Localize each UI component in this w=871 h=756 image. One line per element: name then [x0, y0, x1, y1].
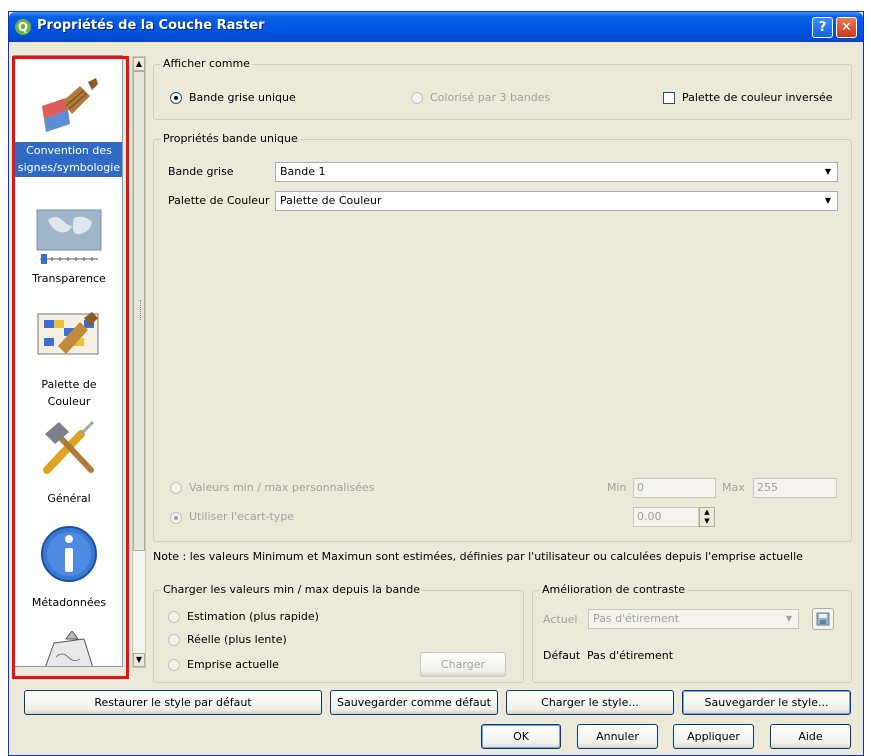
group-title: Amélioration de contraste [540, 583, 688, 596]
sidebar-item-label: Transparence [32, 272, 106, 285]
estimation-radio[interactable] [168, 611, 180, 623]
actuel-select-value: Pas d'étirement [593, 612, 680, 625]
title-bar[interactable]: Q Propriétés de la Couche Raster ? ✕ [9, 12, 863, 42]
sidebar-item-transparence[interactable]: Transparence [14, 206, 122, 288]
aide-button[interactable]: Aide [770, 724, 851, 749]
sidebar-item-label: Convention des [14, 142, 122, 160]
valeurs-perso-label: Valeurs min / max personnalisées [189, 481, 375, 494]
floppy-disk-icon [816, 612, 830, 626]
sidebar-item-palette[interactable]: Palette de Couleur [14, 308, 122, 411]
palette-inversee-label: Palette de couleur inversée [682, 91, 833, 104]
sidebar-list[interactable]: Convention des signes/symbologie Transpa… [13, 55, 123, 667]
help-title-button[interactable]: ? [812, 17, 833, 38]
valeurs-perso-radio[interactable] [170, 482, 182, 494]
scroll-down-arrow[interactable]: ▼ [133, 653, 145, 667]
paintbrush-icon [42, 78, 98, 132]
max-label: Max [722, 481, 745, 494]
emprise-label: Emprise actuelle [187, 658, 279, 671]
grid-brush-icon [37, 312, 99, 355]
ecart-type-radio[interactable] [170, 512, 182, 524]
sidebar-item-label: Général [47, 492, 91, 505]
chevron-down-icon: ▼ [824, 167, 832, 176]
sidebar-item-general[interactable]: Général [14, 418, 122, 508]
contraste-group: Amélioration de contraste [532, 583, 852, 683]
palette-inversee-checkbox[interactable] [663, 92, 675, 104]
charger-button[interactable]: Charger [420, 652, 506, 677]
ecart-type-label: Utiliser l'ecart-type [189, 510, 295, 523]
chevron-down-icon: ▼ [824, 196, 832, 205]
bande-grise-label: Bande grise unique [189, 91, 296, 104]
max-input[interactable]: 255 [753, 478, 837, 498]
chevron-down-icon: ▼ [785, 614, 793, 623]
spin-up-icon[interactable]: ▲ [700, 508, 714, 517]
appliquer-button[interactable]: Appliquer [673, 724, 754, 749]
reelle-label: Réelle (plus lente) [187, 633, 287, 646]
charger-style-button[interactable]: Charger le style... [506, 690, 674, 715]
map-partial-icon [45, 631, 93, 666]
scroll-up-arrow[interactable]: ▲ [133, 57, 145, 71]
defaut-label: Défaut [543, 649, 581, 662]
palette-select-value: Palette de Couleur [280, 194, 382, 207]
save-contrast-button[interactable] [812, 608, 834, 630]
hammer-screwdriver-icon [43, 420, 95, 474]
sidebar-item-label: Palette de [41, 378, 97, 391]
actuel-label: Actuel [543, 613, 578, 626]
bande-grise-select[interactable]: Bande 1 ▼ [275, 162, 838, 182]
ok-button[interactable]: OK [481, 724, 561, 749]
bande-grise-select-value: Bande 1 [280, 165, 326, 178]
sidebar-scrollbar[interactable]: ▲ ▼ [132, 56, 146, 668]
splitter-handle[interactable] [140, 300, 143, 320]
bande-grise-radio[interactable] [170, 92, 182, 104]
spin-down-icon[interactable]: ▼ [700, 517, 714, 526]
colorise-radio[interactable] [411, 92, 423, 104]
info-icon [41, 526, 97, 582]
sidebar-item-symbologie[interactable]: Convention des signes/symbologie [14, 76, 122, 177]
annuler-button[interactable]: Annuler [577, 724, 658, 749]
group-title: Charger les valeurs min / max depuis la … [161, 583, 422, 596]
sidebar-item-label: Couleur [47, 395, 91, 408]
scroll-thumb[interactable] [133, 71, 145, 551]
close-title-button[interactable]: ✕ [836, 17, 857, 38]
palette-field-label: Palette de Couleur [168, 194, 270, 207]
note-text: Note : les valeurs Minimum et Maximun so… [153, 550, 803, 563]
actuel-select[interactable]: Pas d'étirement ▼ [588, 609, 799, 629]
world-map-slider-icon [36, 209, 102, 264]
defaut-value: Pas d'étirement [587, 649, 674, 662]
palette-select[interactable]: Palette de Couleur ▼ [275, 191, 838, 211]
sidebar-item-metadonnees[interactable]: Métadonnées [14, 524, 122, 612]
sidebar-item-label: Métadonnées [31, 596, 107, 609]
ecart-type-spinner[interactable]: ▲ ▼ [699, 507, 715, 527]
restaurer-style-button[interactable]: Restaurer le style par défaut [24, 690, 322, 715]
bande-grise-field-label: Bande grise [168, 165, 234, 178]
min-input[interactable]: 0 [633, 478, 716, 498]
min-label: Min [607, 481, 627, 494]
window-title: Propriétés de la Couche Raster [37, 18, 265, 33]
qgis-app-icon: Q [15, 19, 31, 35]
colorise-label: Colorisé par 3 bandes [430, 91, 551, 104]
emprise-radio[interactable] [168, 659, 180, 671]
group-title: Propriétés bande unique [161, 132, 300, 145]
group-title: Afficher comme [161, 57, 252, 70]
sauvegarder-defaut-button[interactable]: Sauvegarder comme défaut [330, 690, 498, 715]
ecart-type-input[interactable]: 0.00 [633, 507, 699, 527]
reelle-radio[interactable] [168, 634, 180, 646]
sauvegarder-style-button[interactable]: Sauvegarder le style... [682, 690, 851, 715]
sidebar-item-label: signes/symbologie [14, 159, 122, 177]
estimation-label: Estimation (plus rapide) [187, 610, 319, 623]
